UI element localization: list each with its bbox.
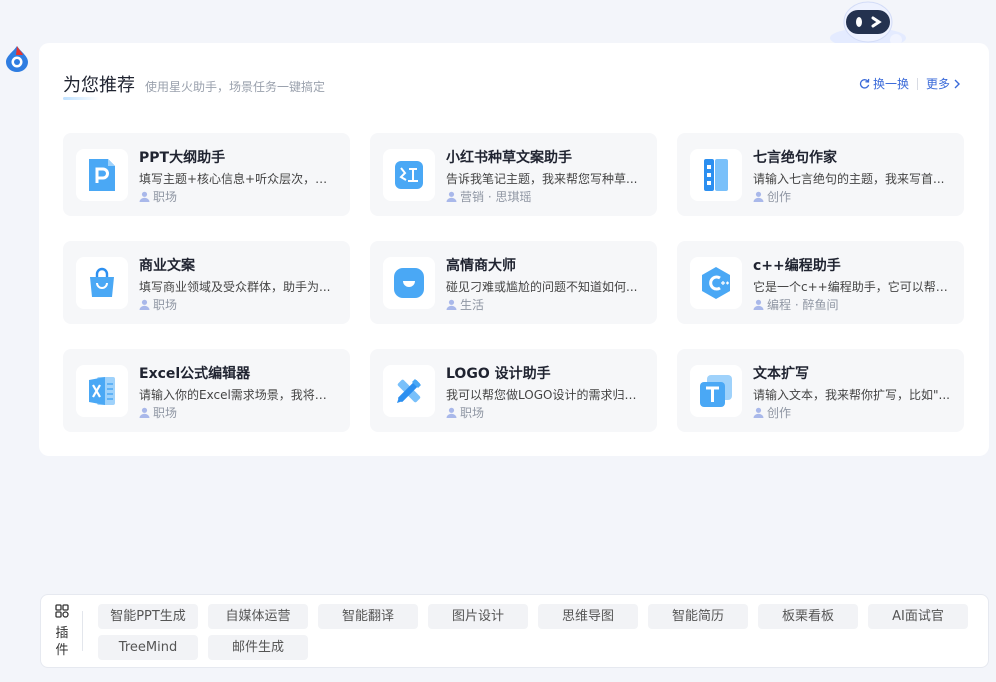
card-tags: 营销 · 思琪瑶 [446, 188, 531, 205]
plugin-header: 插件 [51, 603, 73, 659]
card-tag-text: 创作 [767, 190, 792, 204]
card-tag-text: 生活 [460, 298, 485, 312]
assistant-cards-grid: PPT大纲助手 填写主题+核心信息+听众层次，为... 职场 小红书种草文案助手… [63, 133, 965, 432]
header-divider [916, 77, 918, 90]
card-description: 我可以帮您做LOGO设计的需求归纳... [446, 388, 644, 402]
card-tag-text: 营销 · 思琪瑶 [460, 190, 532, 204]
user-icon [753, 191, 764, 202]
card-tag-text: 职场 [153, 406, 178, 420]
plugin-chip[interactable]: 智能PPT生成 [98, 604, 198, 629]
card-title: 七言绝句作家 [753, 150, 837, 166]
card-title: 小红书种草文案助手 [446, 150, 572, 166]
shopping-bag-icon [76, 257, 128, 309]
ppt-icon [76, 149, 128, 201]
book-icon [690, 149, 742, 201]
plugin-chip[interactable]: 板栗看板 [758, 604, 858, 629]
card-tags: 生活 [446, 296, 484, 313]
user-icon [753, 299, 764, 310]
smile-icon [383, 257, 435, 309]
card-title: Excel公式编辑器 [139, 366, 251, 382]
plugin-chip[interactable]: 自媒体运营 [208, 604, 308, 629]
section-title: 为您推荐 [63, 71, 135, 100]
card-title: PPT大纲助手 [139, 150, 226, 166]
excel-icon [76, 365, 128, 417]
card-tags: 创作 [753, 188, 791, 205]
user-icon [753, 407, 764, 418]
card-title: 文本扩写 [753, 366, 809, 382]
app-logo-icon[interactable] [4, 44, 30, 72]
recommend-panel: 为您推荐 使用星火助手，场景任务一键搞定 换一换 更多 PPT大纲助手 填写主题… [39, 43, 989, 456]
xiaohongshu-icon [383, 149, 435, 201]
assistant-card[interactable]: 高情商大师 碰见刁难或尴尬的问题不知道如何... 生活 [370, 241, 657, 324]
user-icon [139, 407, 150, 418]
card-description: 填写主题+核心信息+听众层次，为... [139, 172, 337, 186]
plugin-divider [82, 611, 83, 651]
card-tag-text: 编程 · 醉鱼间 [767, 298, 839, 312]
card-description: 填写商业领域及受众群体，助手为... [139, 280, 331, 294]
assistant-card[interactable]: Excel公式编辑器 请输入你的Excel需求场景，我将给... 职场 [63, 349, 350, 432]
card-tags: 职场 [139, 188, 177, 205]
card-tags: 编程 · 醉鱼间 [753, 296, 838, 313]
card-description: 告诉我笔记主题，我来帮您写种草... [446, 172, 638, 186]
refresh-icon [859, 78, 870, 89]
plugin-chip[interactable]: 智能翻译 [318, 604, 418, 629]
card-tag-text: 职场 [153, 190, 178, 204]
plugin-chip[interactable]: TreeMind [98, 635, 198, 660]
card-description: 它是一个c++编程助手，它可以帮你... [753, 280, 951, 294]
assistant-card[interactable]: 七言绝句作家 请输入七言绝句的主题，我来写首... 创作 [677, 133, 964, 216]
card-tag-text: 职场 [153, 298, 178, 312]
user-icon [446, 407, 457, 418]
card-description: 请输入你的Excel需求场景，我将给... [139, 388, 337, 402]
plugin-chip[interactable]: AI面试官 [868, 604, 968, 629]
card-tag-text: 职场 [460, 406, 485, 420]
card-tags: 职场 [139, 404, 177, 421]
assistant-card[interactable]: 小红书种草文案助手 告诉我笔记主题，我来帮您写种草... 营销 · 思琪瑶 [370, 133, 657, 216]
card-description: 请输入七言绝句的主题，我来写首... [753, 172, 945, 186]
chevron-right-icon [954, 79, 960, 88]
plugin-chip[interactable]: 思维导图 [538, 604, 638, 629]
header-actions: 换一换 更多 [859, 75, 961, 92]
plugin-chip[interactable]: 图片设计 [428, 604, 528, 629]
card-title: LOGO 设计助手 [446, 366, 551, 382]
card-tags: 创作 [753, 404, 791, 421]
card-description: 碰见刁难或尴尬的问题不知道如何... [446, 280, 638, 294]
assistant-card[interactable]: 文本扩写 请输入文本，我来帮你扩写，比如"... 创作 [677, 349, 964, 432]
refresh-label: 换一换 [872, 77, 909, 91]
plugin-chip[interactable]: 邮件生成 [208, 635, 308, 660]
card-title: c++编程助手 [753, 258, 841, 274]
card-tag-text: 创作 [767, 406, 792, 420]
assistant-card[interactable]: PPT大纲助手 填写主题+核心信息+听众层次，为... 职场 [63, 133, 350, 216]
refresh-button[interactable]: 换一换 [859, 75, 909, 92]
user-icon [446, 191, 457, 202]
more-button[interactable]: 更多 [926, 75, 961, 92]
assistant-card[interactable]: 商业文案 填写商业领域及受众群体，助手为... 职场 [63, 241, 350, 324]
card-tags: 职场 [139, 296, 177, 313]
card-title: 商业文案 [139, 258, 195, 274]
card-tags: 职场 [446, 404, 484, 421]
plugin-bar: 插件 智能PPT生成 自媒体运营 智能翻译 图片设计 思维导图 智能简历 板栗看… [40, 594, 989, 668]
text-t-icon [690, 365, 742, 417]
card-title: 高情商大师 [446, 258, 516, 274]
card-description: 请输入文本，我来帮你扩写，比如"... [753, 388, 950, 402]
assistant-card[interactable]: LOGO 设计助手 我可以帮您做LOGO设计的需求归纳... 职场 [370, 349, 657, 432]
user-icon [139, 299, 150, 310]
section-subtitle: 使用星火助手，场景任务一键搞定 [145, 80, 326, 94]
more-label: 更多 [925, 77, 950, 91]
plugin-chip[interactable]: 智能简历 [648, 604, 748, 629]
assistant-card[interactable]: c++编程助手 它是一个c++编程助手，它可以帮你... 编程 · 醉鱼间 [677, 241, 964, 324]
plugin-chips: 智能PPT生成 自媒体运营 智能翻译 图片设计 思维导图 智能简历 板栗看板 A… [98, 604, 978, 660]
user-icon [139, 191, 150, 202]
user-icon [446, 299, 457, 310]
plugin-label: 插件 [55, 626, 69, 658]
design-tools-icon [383, 365, 435, 417]
cpp-icon [690, 257, 742, 309]
grid-plugin-icon [55, 604, 69, 618]
